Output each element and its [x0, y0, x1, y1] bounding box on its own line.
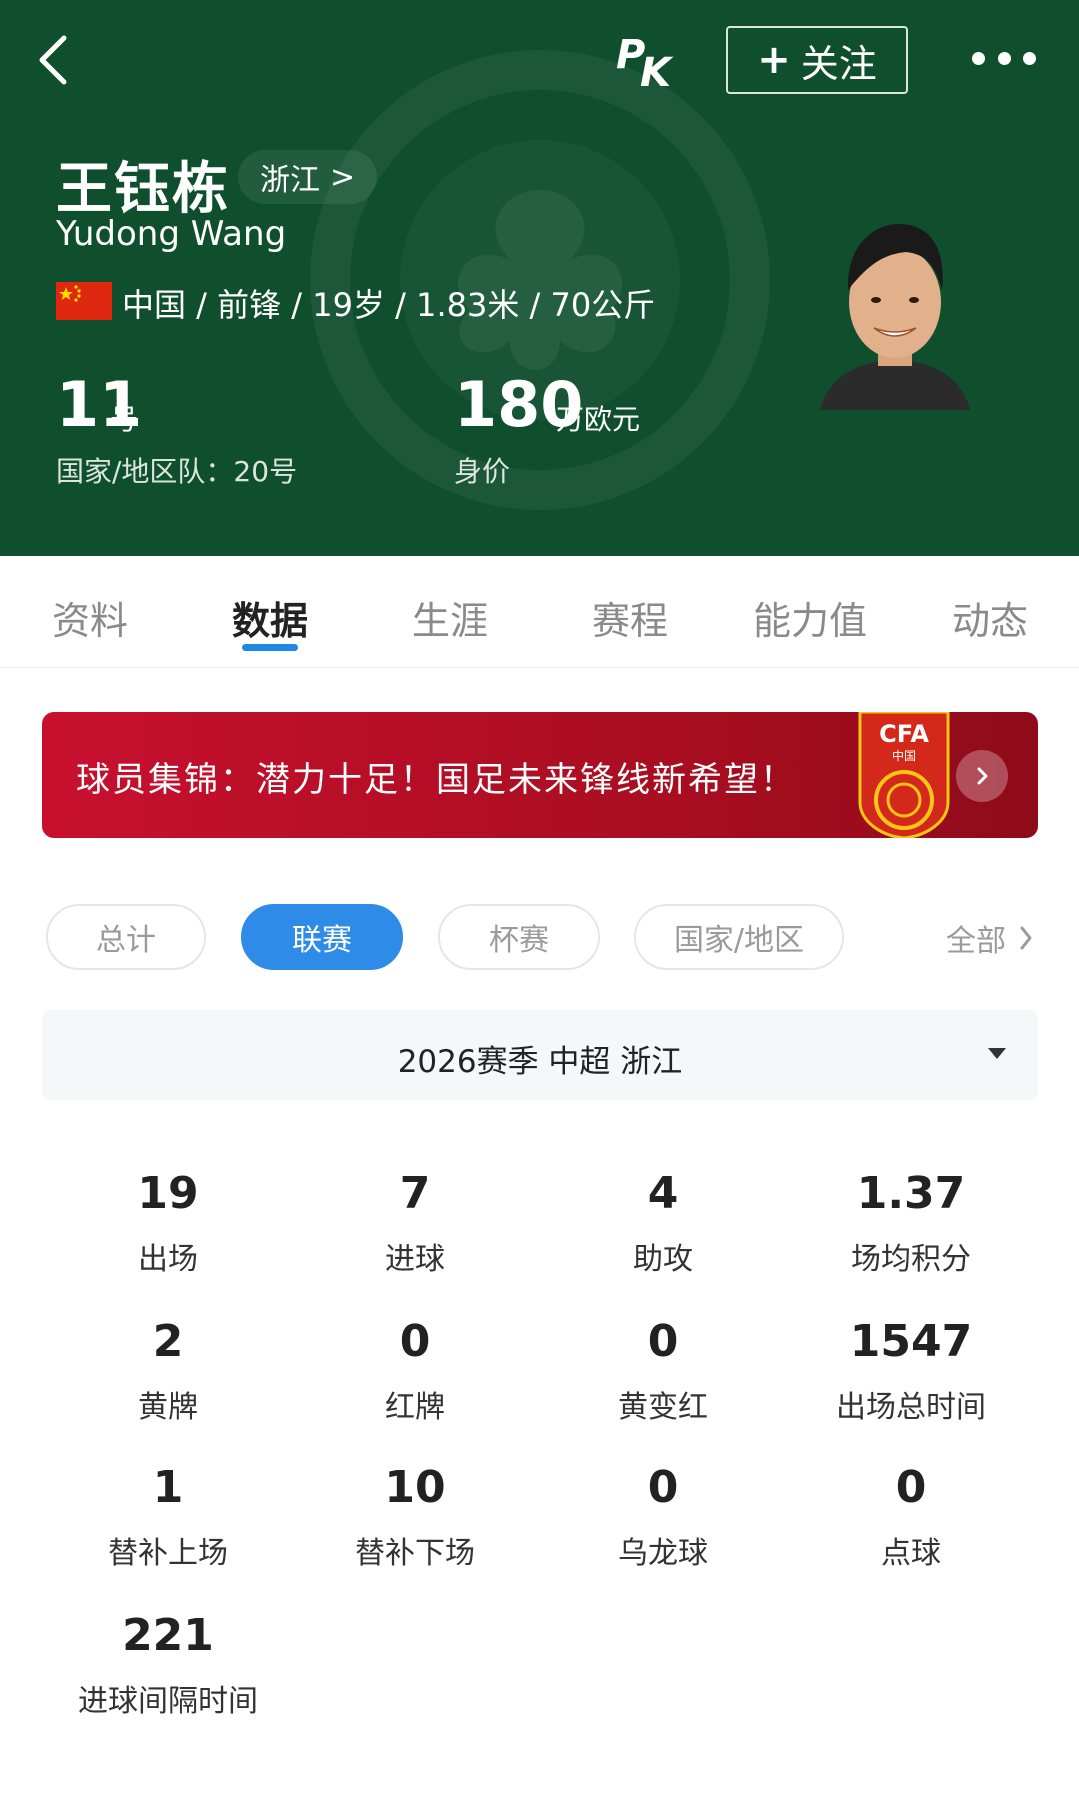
tab-stats[interactable]: 数据 — [228, 590, 312, 645]
pk-logo: P K — [616, 28, 680, 96]
stat-label: 替补上场 — [108, 1536, 228, 1571]
stat-value: 1.37 — [856, 1168, 966, 1219]
tab-profile[interactable]: 资料 — [50, 590, 130, 645]
banner-arrow-button[interactable] — [956, 750, 1008, 802]
filter-all-label: 全部 — [946, 924, 1006, 959]
stat-cell: 1.37 场均积分 — [787, 1168, 1035, 1278]
stat-cell: 1547 出场总时间 — [787, 1316, 1035, 1426]
stat-value: 2 — [152, 1316, 184, 1367]
stat-cell: 4 助攻 — [539, 1168, 787, 1278]
market-value-unit: 万欧元 — [556, 403, 641, 436]
stat-label: 助攻 — [633, 1242, 693, 1277]
tab-career[interactable]: 生涯 — [410, 590, 490, 645]
stat-label: 点球 — [881, 1536, 941, 1571]
chevron-left-icon — [39, 35, 67, 85]
cfa-logo-icon: CFA 中国 — [858, 712, 950, 838]
stat-value: 1547 — [849, 1316, 973, 1367]
market-value-label: 身价 — [454, 455, 511, 488]
stat-label: 出场总时间 — [836, 1390, 986, 1425]
filter-national[interactable]: 国家/地区 — [634, 904, 844, 970]
filter-total[interactable]: 总计 — [46, 904, 206, 970]
stat-cell: 0 黄变红 — [539, 1316, 787, 1426]
season-select[interactable]: 2026赛季 中超 浙江 — [42, 1010, 1038, 1100]
chevron-right-icon: > — [330, 159, 356, 195]
stat-value: 19 — [137, 1168, 199, 1219]
svg-text:K: K — [640, 50, 674, 90]
stat-cell: 221 进球间隔时间 — [44, 1610, 292, 1720]
stat-label: 出场 — [138, 1242, 198, 1277]
stat-cell: 19 出场 — [44, 1168, 292, 1278]
player-name-en: Yudong Wang — [56, 214, 287, 254]
stat-label: 场均积分 — [851, 1242, 971, 1277]
stat-label: 黄变红 — [618, 1390, 708, 1425]
active-tab-indicator — [242, 644, 298, 651]
tab-news[interactable]: 动态 — [950, 590, 1030, 645]
stat-label: 黄牌 — [138, 1390, 198, 1425]
stat-cell: 7 进球 — [291, 1168, 539, 1278]
stat-cell: 2 黄牌 — [44, 1316, 292, 1426]
stat-value: 0 — [647, 1316, 679, 1367]
filter-all-link[interactable]: 全部 — [946, 916, 1034, 960]
chevron-right-icon — [977, 767, 988, 785]
follow-button[interactable]: + 关注 — [726, 26, 908, 94]
china-flag-icon — [56, 282, 112, 320]
follow-label: 关注 — [800, 41, 877, 86]
stat-cell: 0 乌龙球 — [539, 1462, 787, 1572]
stat-label: 乌龙球 — [618, 1536, 708, 1571]
player-header: P K + 关注 王钰栋 浙江 > Yudong Wang 中国 / 前锋 / … — [0, 0, 1079, 556]
banner-text: 球员集锦：潜力十足！国足未来锋线新希望！ — [76, 760, 796, 800]
stat-value: 1 — [152, 1462, 184, 1513]
plus-icon: + — [757, 37, 791, 83]
stat-label: 替补下场 — [355, 1536, 475, 1571]
stat-label: 红牌 — [385, 1390, 445, 1425]
back-button[interactable] — [30, 28, 80, 92]
stat-cell: 10 替补下场 — [291, 1462, 539, 1572]
more-dot-icon — [972, 51, 985, 65]
tab-ratings[interactable]: 能力值 — [750, 590, 870, 645]
stat-value: 10 — [384, 1462, 446, 1513]
chevron-right-icon — [1020, 926, 1032, 950]
more-dot-icon — [1023, 51, 1036, 65]
team-name: 浙江 — [260, 163, 320, 198]
stat-value: 0 — [399, 1316, 431, 1367]
more-dot-icon — [997, 51, 1011, 65]
more-menu-button[interactable] — [972, 44, 1036, 72]
filter-league[interactable]: 联赛 — [241, 904, 403, 970]
stat-label: 进球 — [385, 1242, 445, 1277]
season-label: 2026赛季 中超 浙江 — [397, 1044, 683, 1080]
filter-cup[interactable]: 杯赛 — [438, 904, 600, 970]
stat-cell: 1 替补上场 — [44, 1462, 292, 1572]
stat-value: 0 — [647, 1462, 679, 1513]
stat-cell: 0 点球 — [787, 1462, 1035, 1572]
team-link[interactable]: 浙江 > — [238, 150, 378, 204]
player-bio: 中国 / 前锋 / 19岁 / 1.83米 / 70公斤 — [122, 286, 656, 324]
stat-value: 0 — [895, 1462, 927, 1513]
stat-value: 221 — [122, 1610, 214, 1661]
tab-bar: 资料 数据 生涯 赛程 能力值 动态 — [0, 556, 1079, 668]
player-page: P K + 关注 王钰栋 浙江 > Yudong Wang 中国 / 前锋 / … — [0, 0, 1079, 1794]
player-avatar — [820, 223, 970, 410]
highlight-banner[interactable]: 球员集锦：潜力十足！国足未来锋线新希望！ CFA 中国 — [42, 712, 1038, 838]
caret-down-icon — [988, 1048, 1006, 1059]
shirt-number-unit: 号 — [110, 403, 139, 436]
stat-value: 7 — [399, 1168, 431, 1219]
stat-label: 进球间隔时间 — [78, 1684, 258, 1719]
svg-text:中国: 中国 — [892, 748, 916, 763]
national-team-number: 国家/地区队：20号 — [56, 455, 298, 488]
stat-value: 4 — [647, 1168, 679, 1219]
tab-schedule[interactable]: 赛程 — [590, 590, 670, 645]
stat-cell: 0 红牌 — [291, 1316, 539, 1426]
player-name-cn: 王钰栋 — [56, 157, 230, 222]
svg-text:CFA: CFA — [879, 720, 929, 748]
